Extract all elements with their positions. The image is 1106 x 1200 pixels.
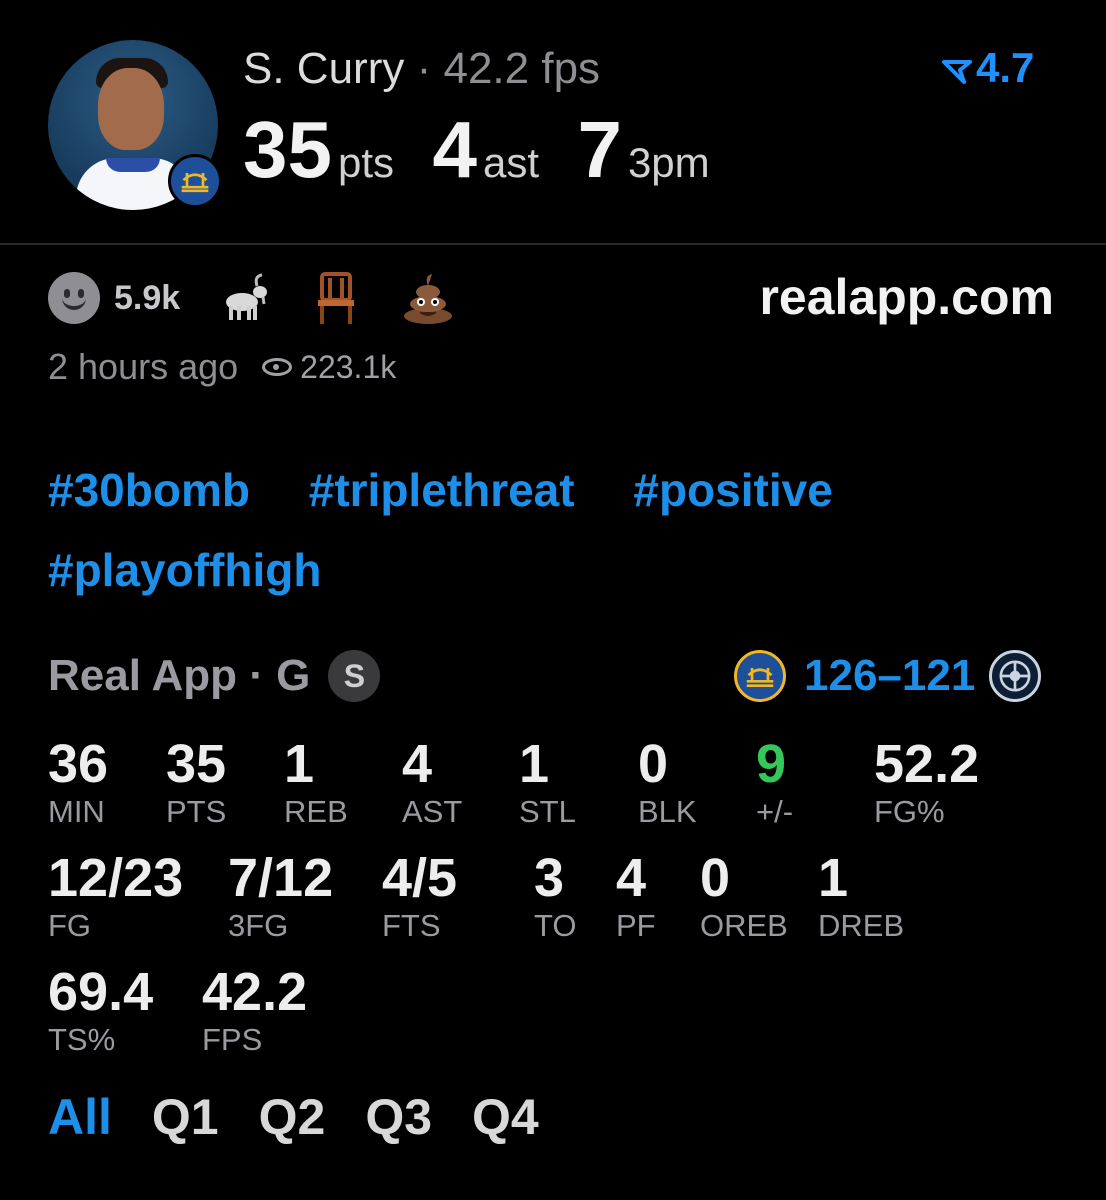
stat-3fg: 7/12 3FG <box>228 848 334 943</box>
tab-q3[interactable]: Q3 <box>365 1088 432 1146</box>
stat-fg-pct: 52.2 FG% <box>874 734 980 829</box>
opponent-team-icon <box>989 650 1042 702</box>
rating-value: 4.7 <box>976 44 1035 91</box>
stat-fps: 42.2 FPS <box>202 962 308 1057</box>
poop-emoji-icon[interactable] <box>400 270 456 326</box>
tab-all[interactable]: All <box>48 1088 112 1146</box>
player-name-line: S. Curry · 42.2 fps <box>243 44 600 94</box>
headline-points-value: 35 <box>243 105 332 194</box>
warriors-team-icon <box>734 650 786 702</box>
post-meta: 2 hours ago 223.1k <box>48 346 396 388</box>
headline-assists-unit: ast <box>482 139 539 186</box>
rating[interactable]: 4.7 <box>942 44 1034 92</box>
headline-threes-value: 7 <box>577 105 622 194</box>
home-score: 126 <box>804 651 878 700</box>
goat-emoji-icon[interactable] <box>216 270 272 326</box>
stat-dreb: 1 DREB <box>818 848 905 943</box>
stat-blk: 0 BLK <box>638 734 697 829</box>
headline-stats: 35 pts 4 ast 7 3pm <box>243 104 744 196</box>
stat-to: 3 TO <box>534 848 577 943</box>
game-source: Real App · G S <box>48 650 381 702</box>
stat-pts: 35 PTS <box>166 734 227 829</box>
time-ago: 2 hours ago <box>48 346 239 387</box>
quarter-tabs: All Q1 Q2 Q3 Q4 <box>48 1088 579 1146</box>
smiley-icon[interactable] <box>48 272 100 324</box>
headline-threes-unit: 3pm <box>627 139 710 186</box>
stat-ast: 4 AST <box>402 734 463 829</box>
view-count-value: 223.1k <box>300 348 397 385</box>
hashtag-list: #30bomb #triplethreat #positive #playoff… <box>48 450 1048 610</box>
score-dash: – <box>877 651 902 700</box>
headline-points-unit: pts <box>337 139 395 186</box>
header-divider <box>0 243 1106 245</box>
stat-pf: 4 PF <box>616 848 656 943</box>
warriors-logo-icon <box>168 154 222 208</box>
stat-fg: 12/23 FG <box>48 848 184 943</box>
hashtag[interactable]: #30bomb <box>48 450 250 530</box>
avatar-face <box>98 68 164 150</box>
stat-reb: 1 REB <box>284 734 348 829</box>
tab-q4[interactable]: Q4 <box>472 1088 539 1146</box>
rating-arrow-icon <box>942 59 972 84</box>
s-badge[interactable]: S <box>328 650 381 702</box>
hashtag[interactable]: #positive <box>633 450 832 530</box>
chair-emoji-icon[interactable] <box>308 270 364 326</box>
reaction-count: 5.9k <box>114 278 181 317</box>
tab-q1[interactable]: Q1 <box>152 1088 219 1146</box>
stat-fts: 4/5 FTS <box>382 848 458 943</box>
game-score[interactable]: 126–121 <box>734 650 1042 702</box>
stat-stl: 1 STL <box>519 734 576 829</box>
tab-q2[interactable]: Q2 <box>259 1088 326 1146</box>
headline-assists-value: 4 <box>432 105 477 194</box>
name-separator: · <box>416 44 432 93</box>
reactions-bar: 5.9k <box>48 270 492 326</box>
stat-ts-pct: 69.4 TS% <box>48 962 154 1057</box>
view-count: 223.1k <box>262 349 396 386</box>
site-link[interactable]: realapp.com <box>759 268 1054 326</box>
stat-oreb: 0 OREB <box>700 848 788 943</box>
eye-icon <box>262 358 293 376</box>
hashtag[interactable]: #triplethreat <box>309 450 575 530</box>
away-score: 121 <box>901 651 976 700</box>
player-fps: 42.2 fps <box>443 44 601 93</box>
player-name[interactable]: S. Curry <box>243 44 404 93</box>
avatar-jersey-trim <box>106 158 160 172</box>
stat-min: 36 MIN <box>48 734 109 829</box>
hashtag[interactable]: #playoffhigh <box>48 530 321 610</box>
stat-plus-minus: 9 +/- <box>756 734 794 829</box>
source-label[interactable]: Real App · G <box>48 651 310 701</box>
